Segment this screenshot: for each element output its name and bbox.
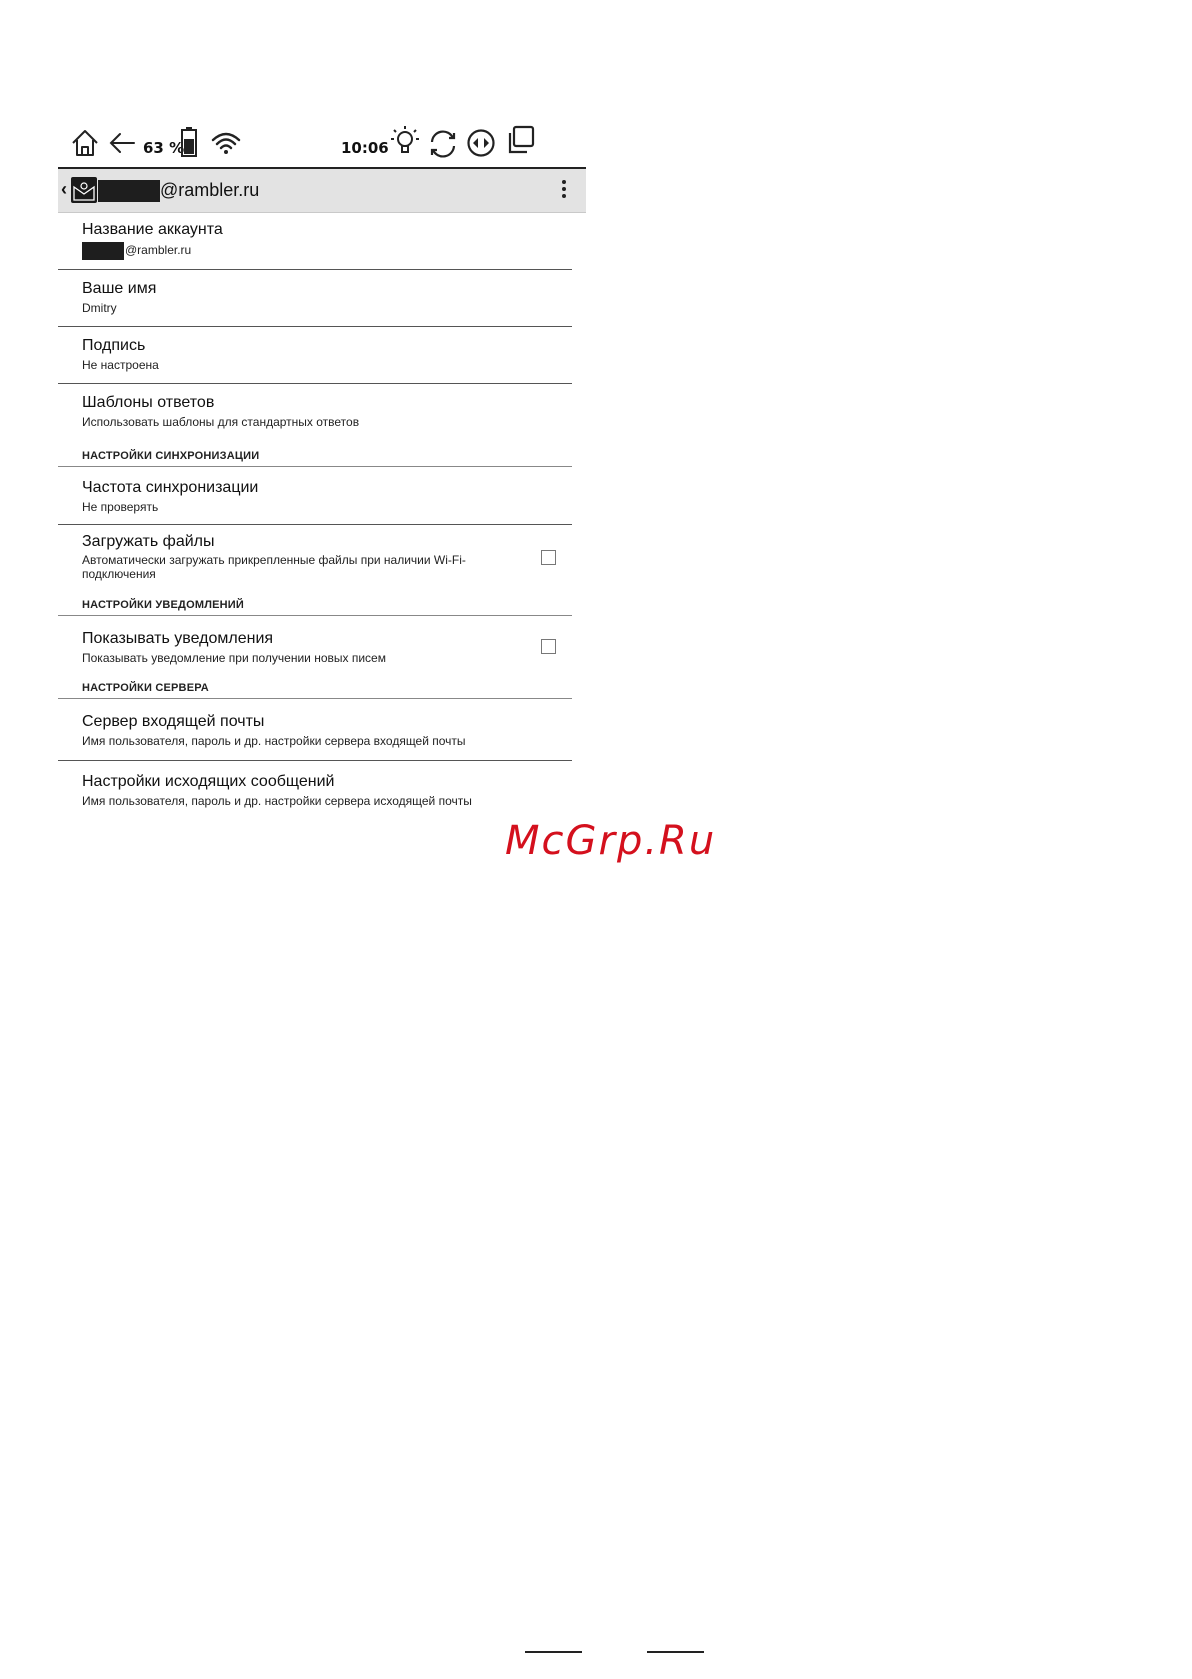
settings-list: Название аккаунта @rambler.ru Ваше имя D… [58, 213, 586, 817]
section-title: НАСТРОЙКИ УВЕДОМЛЕНИЙ [82, 599, 245, 611]
setting-account-name[interactable]: Название аккаунта @rambler.ru [58, 213, 572, 270]
setting-value: Dmitry [82, 301, 117, 315]
setting-incoming-server[interactable]: Сервер входящей почты Имя пользователя, … [58, 699, 572, 761]
setting-title: Настройки исходящих сообщений [82, 773, 335, 790]
section-header-server: НАСТРОЙКИ СЕРВЕРА [58, 674, 572, 699]
setting-sync-frequency[interactable]: Частота синхронизации Не проверять [58, 467, 572, 525]
setting-title: Название аккаунта [82, 221, 223, 238]
setting-signature[interactable]: Подпись Не настроена [58, 327, 572, 384]
show-notifications-checkbox[interactable] [541, 639, 556, 654]
setting-value: Не проверять [82, 500, 159, 514]
chevron-left-icon[interactable]: ‹ [61, 179, 67, 200]
account-name-suffix: @rambler.ru [125, 243, 192, 258]
section-header-sync: НАСТРОЙКИ СИНХРОНИЗАЦИИ [58, 442, 572, 467]
sync-icon[interactable] [427, 128, 459, 165]
setting-title: Показывать уведомления [82, 630, 274, 647]
setting-value: Имя пользователя, пароль и др. настройки… [82, 734, 466, 748]
battery-percent: 63 % [143, 139, 185, 157]
task-switch-icon[interactable] [505, 125, 535, 162]
back-arrow-icon[interactable] [107, 128, 137, 163]
account-email: @rambler.ru [160, 180, 260, 200]
setting-value-line-1: Автоматически загружать прикрепленные фа… [82, 553, 466, 567]
app-bar: ‹ @rambler.ru [58, 169, 586, 213]
setting-title: Сервер входящей почты [82, 713, 265, 730]
section-title: НАСТРОЙКИ СИНХРОНИЗАЦИИ [82, 450, 260, 462]
setting-value: Показывать уведомление при получении нов… [82, 651, 386, 665]
clock-time: 10:06 [341, 139, 389, 157]
setting-your-name[interactable]: Ваше имя Dmitry [58, 270, 572, 327]
setting-show-notifications[interactable]: Показывать уведомления Показывать уведом… [58, 616, 572, 674]
wifi-icon [210, 128, 242, 163]
section-header-notifications: НАСТРОЙКИ УВЕДОМЛЕНИЙ [58, 591, 572, 616]
setting-outgoing-settings[interactable]: Настройки исходящих сообщений Имя пользо… [58, 761, 572, 817]
home-icon[interactable] [70, 128, 100, 163]
status-bar: 63 % 10:06 [58, 120, 586, 166]
battery-icon [180, 126, 198, 163]
mail-icon[interactable] [71, 177, 97, 203]
light-icon[interactable] [390, 124, 420, 161]
setting-value: Не настроена [82, 358, 159, 372]
setting-value: @rambler.ru [82, 242, 191, 260]
more-menu-icon[interactable] [562, 180, 566, 201]
setting-value: Имя пользователя, пароль и др. настройки… [82, 794, 472, 808]
page-turn-icon[interactable] [466, 128, 496, 163]
redacted-username [82, 242, 124, 260]
setting-value: Использовать шаблоны для стандартных отв… [82, 415, 360, 429]
setting-title: Частота синхронизации [82, 479, 259, 496]
page-footer-rule [525, 1651, 582, 1653]
setting-value-line-2: подключения [82, 567, 156, 581]
setting-reply-templates[interactable]: Шаблоны ответов Использовать шаблоны для… [58, 384, 572, 442]
watermark-logo: McGrp.Ru [505, 818, 717, 864]
setting-title: Загружать файлы [82, 533, 215, 550]
setting-title: Ваше имя [82, 280, 157, 297]
setting-title: Шаблоны ответов [82, 394, 215, 411]
download-files-checkbox[interactable] [541, 550, 556, 565]
setting-title: Подпись [82, 337, 146, 354]
page-footer-rule [647, 1651, 704, 1653]
setting-download-files[interactable]: Загружать файлы Автоматически загружать … [58, 525, 572, 591]
redacted-username [98, 180, 160, 202]
section-title: НАСТРОЙКИ СЕРВЕРА [82, 682, 209, 694]
